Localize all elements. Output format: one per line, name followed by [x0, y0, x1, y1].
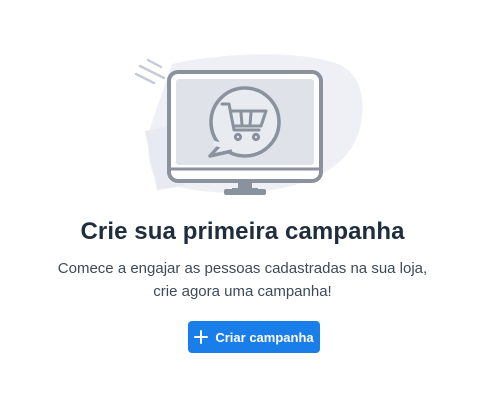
create-campaign-button[interactable]: Criar campanha	[188, 321, 320, 353]
motion-lines-icon	[134, 58, 166, 85]
empty-state-description: Comece a engajar as pessoas cadastradas …	[40, 257, 445, 303]
description-line-2: crie agora uma campanha!	[153, 283, 332, 300]
description-line-1: Comece a engajar as pessoas cadastradas …	[57, 260, 428, 277]
page-title: Crie sua primeira campanha	[80, 218, 405, 245]
empty-state-illustration	[134, 54, 363, 195]
chat-bubble-icon	[208, 86, 281, 158]
create-campaign-label: Criar campanha	[215, 329, 314, 345]
plus-icon	[194, 330, 209, 344]
